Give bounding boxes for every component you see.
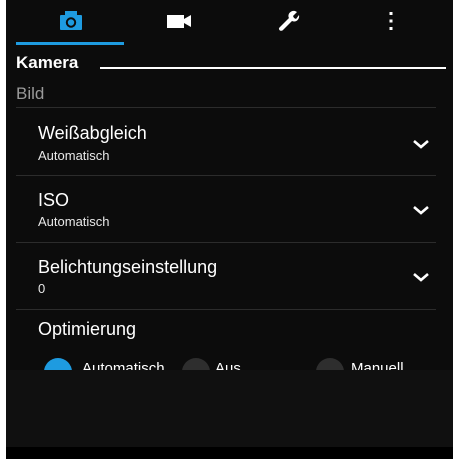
radio-label: Aus (215, 360, 241, 370)
radio-automatic[interactable]: Automatisch (44, 358, 179, 370)
bottom-bar (6, 447, 453, 459)
optimization-options: Automatisch Aus Manuell (6, 354, 453, 370)
divider (16, 309, 436, 310)
setting-value: 0 (38, 281, 46, 296)
radio-unselected-icon (182, 358, 210, 370)
optimization-label: Optimierung (38, 319, 137, 339)
setting-exposure[interactable]: Belichtungseinstellung 0 (16, 243, 436, 309)
tab-video[interactable] (124, 4, 234, 38)
setting-white-balance[interactable]: Weißabgleich Automatisch (16, 108, 436, 175)
section-label: Bild (16, 84, 45, 103)
radio-off[interactable]: Aus (182, 358, 262, 370)
radio-unselected-icon (316, 358, 344, 370)
tab-camera[interactable] (16, 4, 126, 38)
tab-tools[interactable] (234, 4, 344, 38)
setting-value: Automatisch (38, 214, 110, 229)
radio-label: Automatisch (82, 360, 165, 370)
chevron-down-icon (413, 273, 429, 282)
radio-selected-icon (44, 358, 72, 370)
title-underline (100, 67, 446, 69)
tab-more[interactable] (336, 4, 446, 38)
camera-icon (60, 11, 82, 30)
setting-label: ISO (38, 190, 70, 210)
radio-label: Manuell (351, 360, 404, 370)
wrench-icon (278, 10, 300, 31)
settings-panel: Kamera Bild Weißabgleich Automatisch ISO… (6, 0, 453, 459)
radio-manual[interactable]: Manuell (316, 358, 426, 370)
empty-area (6, 370, 453, 459)
setting-label: Belichtungseinstellung (38, 257, 218, 277)
setting-value: Automatisch (38, 148, 110, 163)
video-camera-icon (167, 15, 191, 28)
more-vert-icon (389, 12, 393, 30)
tab-bar (6, 0, 453, 45)
setting-iso[interactable]: ISO Automatisch (16, 176, 436, 242)
header: Kamera (16, 53, 446, 72)
active-tab-indicator (16, 42, 124, 45)
page-title: Kamera (16, 53, 79, 72)
chevron-down-icon (413, 140, 429, 149)
chevron-down-icon (413, 206, 429, 215)
setting-label: Weißabgleich (38, 123, 147, 143)
